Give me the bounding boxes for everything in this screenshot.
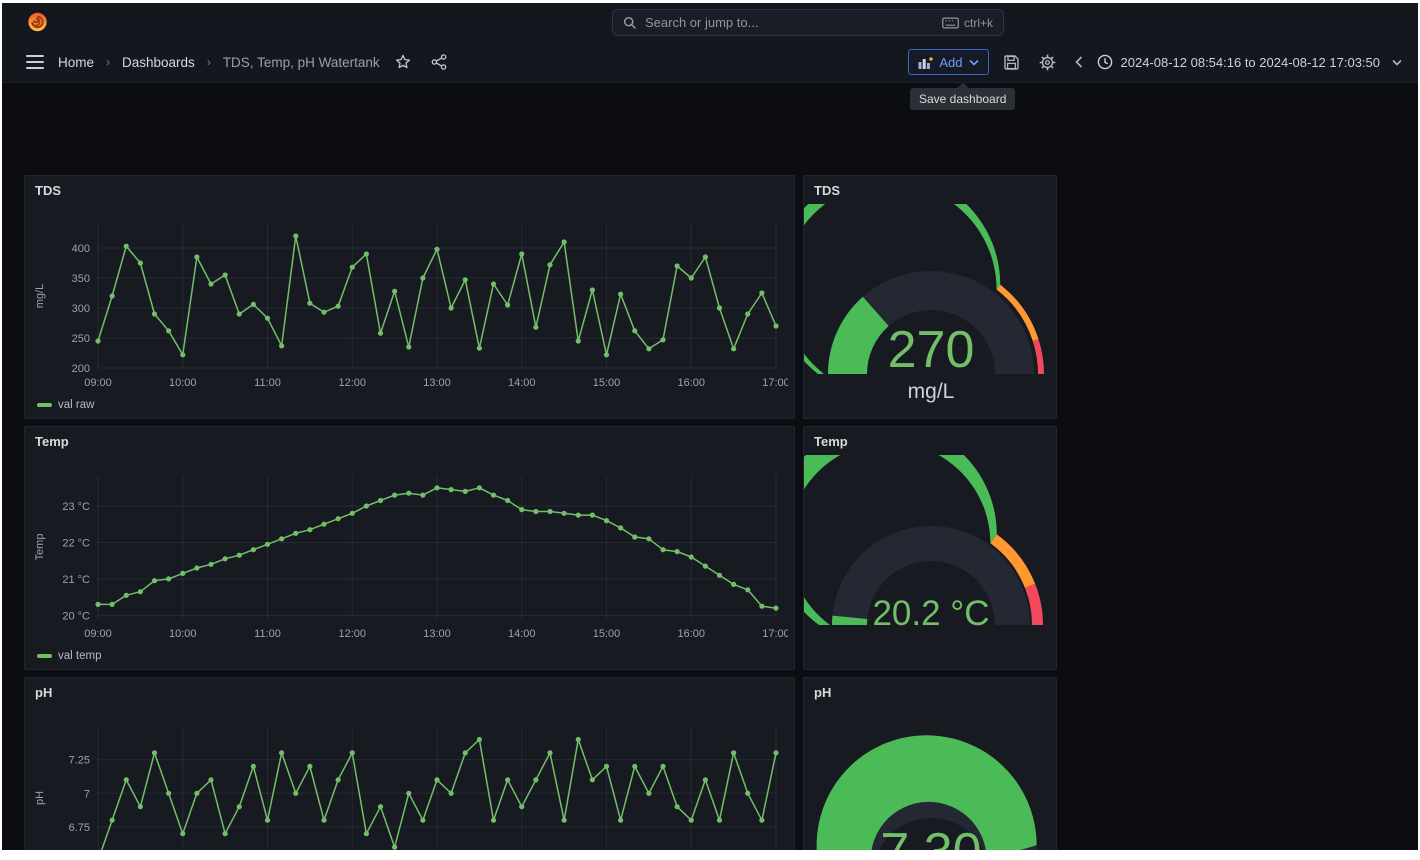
svg-text:22 °C: 22 °C <box>62 537 90 549</box>
legend-item[interactable]: val raw <box>37 399 94 411</box>
keyboard-icon <box>942 17 959 29</box>
panel-title[interactable]: pH <box>35 685 52 700</box>
svg-text:09:00: 09:00 <box>84 377 112 389</box>
panel-ph-timeseries: pH 09:0010:0011:0012:0013:0014:0015:0016… <box>24 677 795 850</box>
svg-text:23 °C: 23 °C <box>62 501 90 513</box>
svg-text:15:00: 15:00 <box>593 628 621 640</box>
ph-line-chart[interactable]: 09:0010:0011:0012:0013:0014:0015:0016:00… <box>33 706 788 850</box>
svg-text:16:00: 16:00 <box>677 628 705 640</box>
share-icon[interactable] <box>426 49 452 75</box>
chevron-left-icon[interactable] <box>1071 49 1087 75</box>
svg-text:mg/L: mg/L <box>34 284 46 308</box>
ph-gauge: 7.30 pH <box>804 706 1058 850</box>
breadcrumb-separator: › <box>104 55 112 69</box>
panel-title[interactable]: TDS <box>35 183 61 198</box>
add-button[interactable]: Add <box>908 49 988 75</box>
clock-icon <box>1097 54 1113 70</box>
panel-title[interactable]: Temp <box>814 434 848 449</box>
svg-text:pH: pH <box>34 791 46 805</box>
save-dashboard-tooltip: Save dashboard <box>910 88 1015 110</box>
svg-text:17:00: 17:00 <box>762 628 788 640</box>
tds-gauge: 270 mg/L <box>804 204 1058 418</box>
time-range-picker[interactable]: 2024-08-12 08:54:16 to 2024-08-12 17:03:… <box>1097 54 1381 70</box>
screenshot-frame: Search or jump to... ctrl+k <box>0 0 1420 860</box>
svg-text:12:00: 12:00 <box>338 377 366 389</box>
grafana-logo-icon[interactable] <box>26 10 50 34</box>
dashboard-canvas: TDS 09:00 10:00 11:00 12:00 13:00 14:00 15:00 1… <box>2 83 1418 850</box>
panel-title[interactable]: Temp <box>35 434 69 449</box>
panel-temp-timeseries: Temp 09:00 10:00 11:00 12:00 13:00 14:00 15:00… <box>24 426 795 670</box>
time-range-chevron-down-icon[interactable] <box>1390 49 1404 75</box>
svg-text:17:00: 17:00 <box>762 377 788 389</box>
svg-text:300: 300 <box>72 303 90 315</box>
top-bar: Search or jump to... ctrl+k <box>2 3 1418 41</box>
panel-temp-gauge: Temp 20.2 °C <box>803 426 1057 670</box>
search-placeholder: Search or jump to... <box>645 15 758 30</box>
panel-title[interactable]: pH <box>814 685 831 700</box>
search-shortcut: ctrl+k <box>942 16 993 30</box>
svg-text:200: 200 <box>72 363 90 375</box>
svg-text:15:00: 15:00 <box>593 377 621 389</box>
svg-text:Temp: Temp <box>34 534 46 561</box>
add-button-label: Add <box>939 55 962 70</box>
gauge-value: 20.2 °C <box>872 594 989 633</box>
svg-text:11:00: 11:00 <box>254 628 281 640</box>
gauge-value: 270 <box>888 321 975 379</box>
legend-label: val temp <box>58 650 101 662</box>
legend-swatch <box>37 403 52 407</box>
temp-gauge: 20.2 °C <box>804 455 1058 669</box>
panel-ph-gauge: pH 7.30 pH <box>803 677 1057 850</box>
time-range-label: 2024-08-12 08:54:16 to 2024-08-12 17:03:… <box>1121 55 1381 70</box>
grafana-app: Search or jump to... ctrl+k <box>2 3 1418 850</box>
panel-tds-timeseries: TDS 09:00 10:00 11:00 12:00 13:00 14:00 15:00 1… <box>24 175 795 419</box>
svg-text:20 °C: 20 °C <box>62 610 90 622</box>
search-input[interactable]: Search or jump to... ctrl+k <box>612 9 1004 36</box>
breadcrumb-home[interactable]: Home <box>58 55 94 70</box>
svg-text:350: 350 <box>72 273 90 285</box>
svg-text:09:00: 09:00 <box>84 628 112 640</box>
svg-text:16:00: 16:00 <box>677 377 705 389</box>
search-icon <box>623 16 637 30</box>
svg-text:10:00: 10:00 <box>169 628 197 640</box>
star-icon[interactable] <box>390 49 416 75</box>
svg-text:400: 400 <box>72 243 90 255</box>
legend-item[interactable]: val temp <box>37 650 101 662</box>
breadcrumb-current: TDS, Temp, pH Watertank <box>223 55 380 70</box>
svg-text:14:00: 14:00 <box>508 377 536 389</box>
breadcrumb-separator: › <box>205 55 213 69</box>
panel-title[interactable]: TDS <box>814 183 840 198</box>
breadcrumb-dashboards[interactable]: Dashboards <box>122 55 195 70</box>
gauge-value: 7.30 <box>880 823 981 850</box>
save-dashboard-icon[interactable] <box>999 49 1025 75</box>
tds-line-chart[interactable]: 09:00 10:00 11:00 12:00 13:00 14:00 15:00 16:00… <box>33 204 788 394</box>
svg-text:13:00: 13:00 <box>423 628 451 640</box>
svg-text:7: 7 <box>84 788 90 800</box>
svg-text:12:00: 12:00 <box>338 628 366 640</box>
svg-text:6.75: 6.75 <box>69 822 90 834</box>
svg-text:250: 250 <box>72 333 90 345</box>
add-panel-icon <box>918 56 933 69</box>
temp-line-chart[interactable]: 09:00 10:00 11:00 12:00 13:00 14:00 15:00 16:00… <box>33 455 788 645</box>
panel-tds-gauge: TDS 270 mg/L <box>803 175 1057 419</box>
svg-text:7.25: 7.25 <box>69 755 90 767</box>
menu-icon[interactable] <box>22 49 48 75</box>
legend-label: val raw <box>58 399 94 411</box>
gear-icon[interactable] <box>1035 49 1061 75</box>
nav-bar: Home › Dashboards › TDS, Temp, pH Watert… <box>2 41 1418 83</box>
svg-text:21 °C: 21 °C <box>62 574 90 586</box>
svg-text:10:00: 10:00 <box>169 377 197 389</box>
gauge-unit: mg/L <box>908 380 955 403</box>
svg-text:11:00: 11:00 <box>254 377 281 389</box>
svg-text:14:00: 14:00 <box>508 628 536 640</box>
svg-text:13:00: 13:00 <box>423 377 451 389</box>
chevron-down-icon <box>969 59 979 66</box>
legend-swatch <box>37 654 52 658</box>
shortcut-label: ctrl+k <box>964 16 993 30</box>
